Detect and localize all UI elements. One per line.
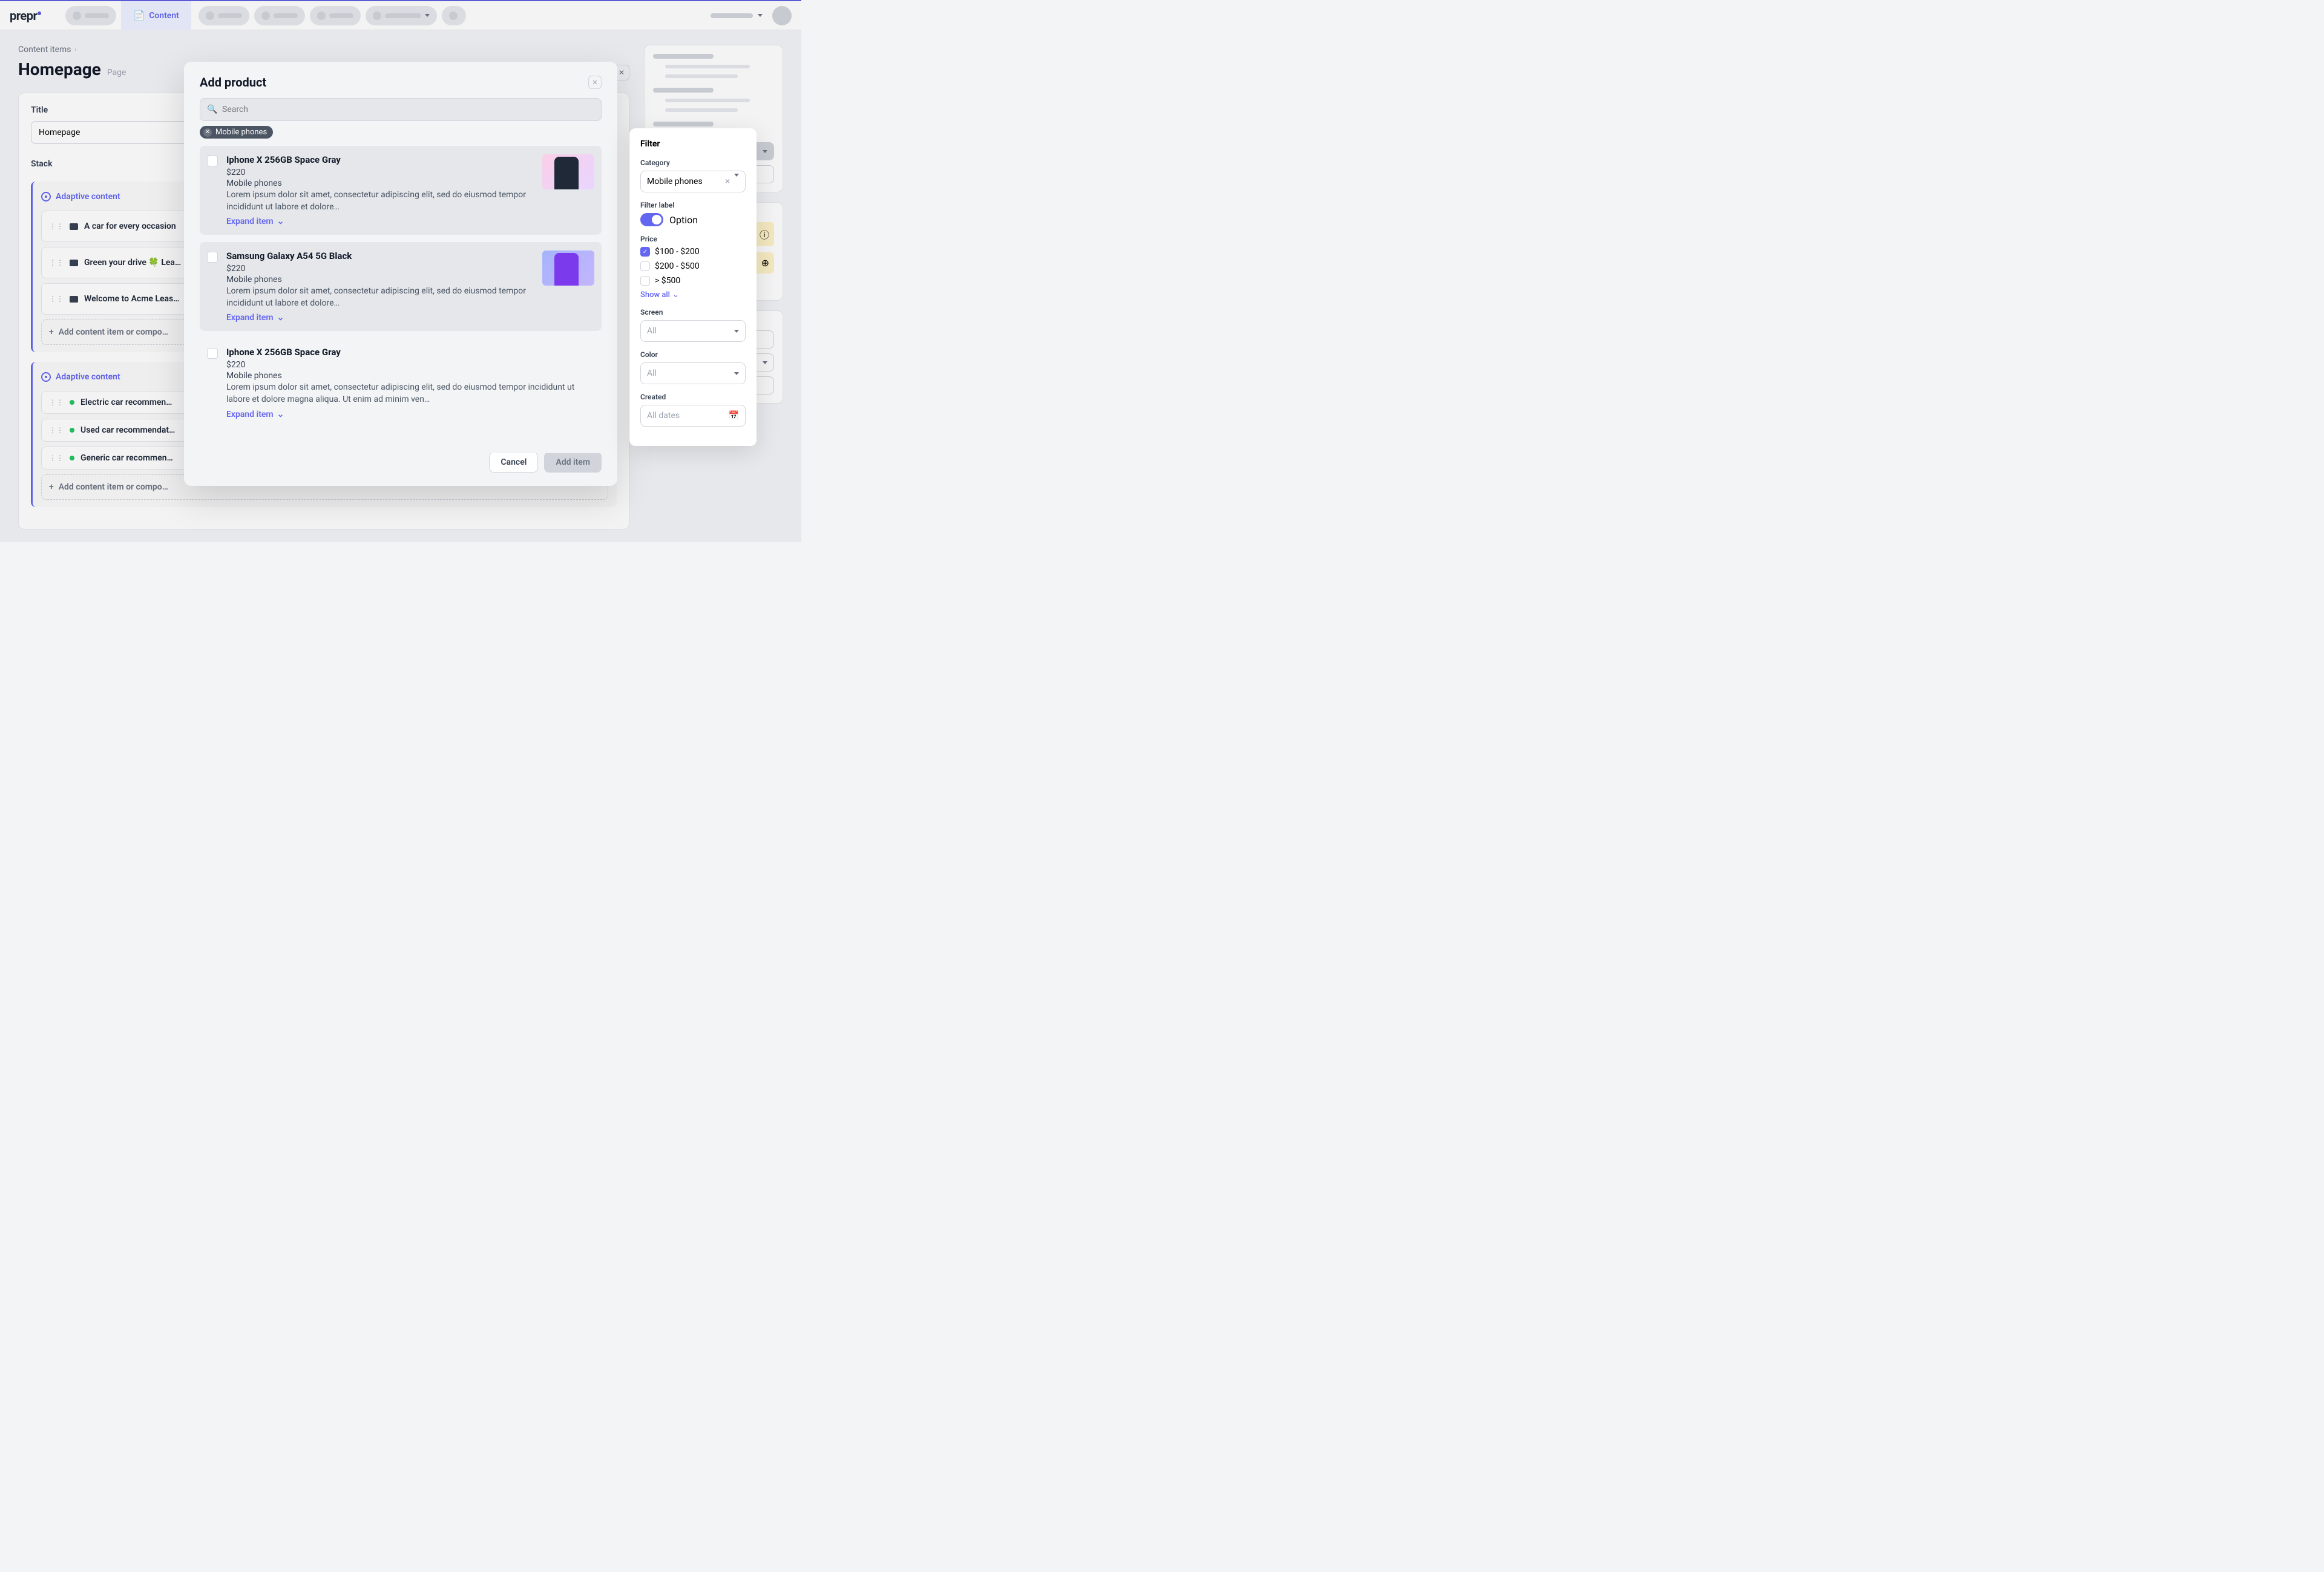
select-value: Mobile phones [647, 177, 703, 186]
product-description: Lorem ipsum dolor sit amet, consectetur … [226, 189, 534, 213]
product-price: $220 [226, 360, 594, 370]
chevron-down-icon: ⌄ [277, 217, 284, 226]
product-price: $220 [226, 264, 534, 273]
checkbox[interactable] [207, 156, 218, 166]
expand-item-button[interactable]: Expand item⌄ [226, 410, 594, 419]
cancel-button[interactable]: Cancel [489, 452, 538, 473]
filter-label-label: Filter label [640, 201, 746, 209]
chevron-down-icon [734, 174, 739, 186]
chip-label: Mobile phones [215, 128, 267, 137]
color-label: Color [640, 350, 746, 359]
price-option[interactable]: ✓$100 - $200 [640, 247, 746, 257]
product-row[interactable]: Samsung Galaxy A54 5G Black $220 [200, 435, 602, 442]
price-option[interactable]: $200 - $500 [640, 261, 746, 271]
checkbox[interactable] [207, 348, 218, 359]
expand-item-button[interactable]: Expand item⌄ [226, 217, 534, 226]
product-description: Lorem ipsum dolor sit amet, consectetur … [226, 382, 594, 405]
filter-title: Filter [640, 139, 746, 149]
chevron-down-icon: ⌄ [277, 410, 284, 419]
filter-chip[interactable]: ✕ Mobile phones [200, 126, 273, 139]
chevron-down-icon [734, 372, 739, 375]
checkbox[interactable] [640, 261, 650, 271]
price-label: Price [640, 235, 746, 243]
product-list: Iphone X 256GB Space Gray $220 Mobile ph… [200, 146, 602, 442]
created-date-input[interactable]: All dates📅 [640, 405, 746, 427]
product-description: Lorem ipsum dolor sit amet, consectetur … [226, 286, 534, 309]
modal-title: Add product [200, 75, 266, 90]
toggle-label: Option [669, 214, 698, 226]
clear-icon[interactable]: ✕ [724, 177, 730, 186]
show-all-button[interactable]: Show all⌄ [640, 290, 746, 300]
expand-item-button[interactable]: Expand item⌄ [226, 313, 534, 323]
filter-popover: Filter Category Mobile phones ✕ Filter l… [629, 128, 757, 446]
category-label: Category [640, 159, 746, 167]
product-category: Mobile phones [226, 178, 534, 188]
product-name: Iphone X 256GB Space Gray [226, 154, 534, 165]
checkbox[interactable]: ✓ [640, 247, 650, 257]
checkbox[interactable] [207, 252, 218, 263]
remove-chip-icon[interactable]: ✕ [203, 128, 212, 137]
product-row[interactable]: Samsung Galaxy A54 5G Black $220 Mobile … [200, 242, 602, 331]
modal-overlay: Add product ✕ 🔍 ✕ Mobile phones Iphone X… [0, 1, 801, 542]
option-toggle[interactable] [640, 213, 663, 226]
product-name: Samsung Galaxy A54 5G Black [226, 251, 534, 261]
product-name: Iphone X 256GB Space Gray [226, 347, 594, 358]
chevron-down-icon: ⌄ [277, 313, 284, 323]
add-item-button[interactable]: Add item [544, 452, 602, 473]
product-thumbnail [542, 251, 594, 286]
product-row[interactable]: Iphone X 256GB Space Gray $220 Mobile ph… [200, 146, 602, 235]
category-select[interactable]: Mobile phones ✕ [640, 171, 746, 192]
search-icon: 🔍 [207, 105, 217, 114]
checkbox[interactable] [640, 276, 650, 286]
search-input[interactable] [200, 98, 602, 121]
product-thumbnail [542, 154, 594, 189]
chevron-down-icon [734, 330, 739, 333]
product-row[interactable]: Iphone X 256GB Space Gray $220 Mobile ph… [200, 338, 602, 427]
screen-label: Screen [640, 308, 746, 316]
color-select[interactable]: All [640, 362, 746, 384]
screen-select[interactable]: All [640, 320, 746, 342]
add-product-modal: Add product ✕ 🔍 ✕ Mobile phones Iphone X… [184, 62, 617, 486]
chevron-down-icon: ⌄ [672, 290, 679, 300]
price-option[interactable]: > $500 [640, 276, 746, 286]
product-price: $220 [226, 168, 534, 177]
close-button[interactable]: ✕ [588, 76, 602, 89]
calendar-icon: 📅 [729, 411, 739, 421]
created-label: Created [640, 393, 746, 401]
product-category: Mobile phones [226, 275, 534, 284]
product-category: Mobile phones [226, 371, 594, 381]
